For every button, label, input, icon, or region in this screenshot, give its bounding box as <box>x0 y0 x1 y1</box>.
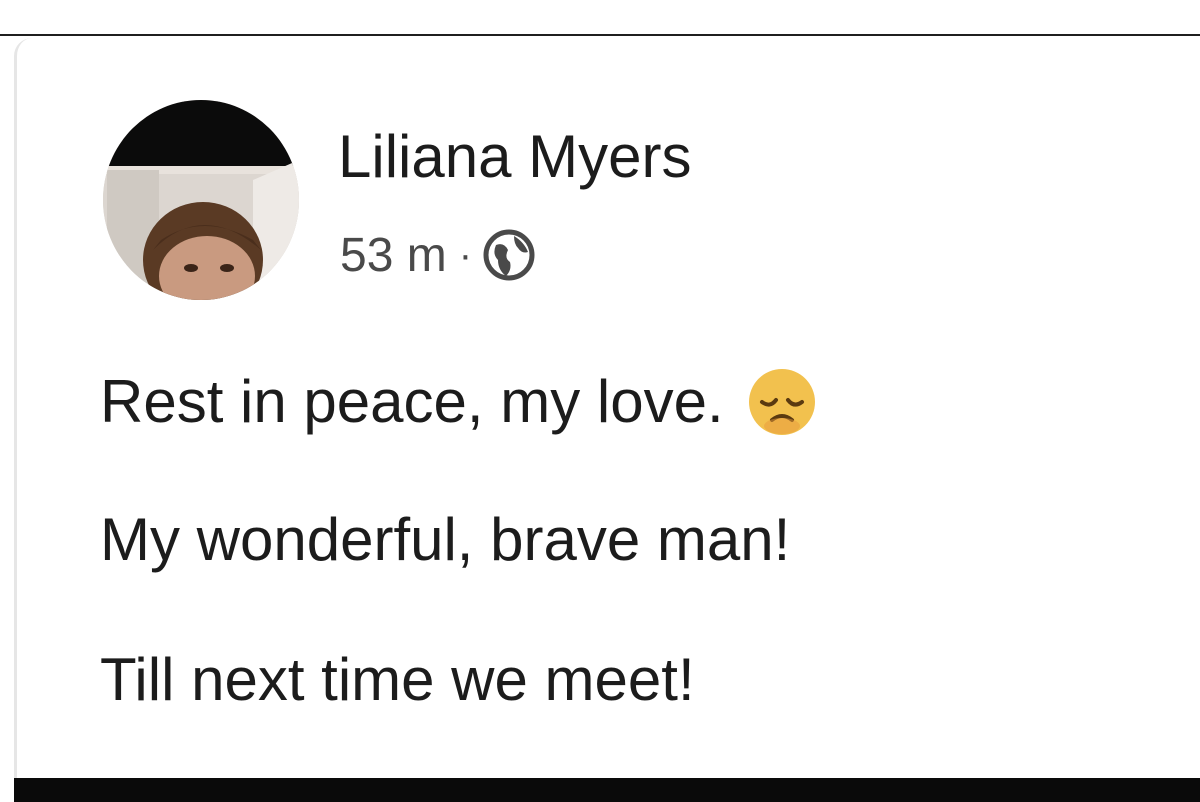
post-time[interactable]: 53 m <box>340 228 447 283</box>
globe-icon[interactable] <box>482 228 536 282</box>
top-strip <box>0 0 1200 35</box>
post-text-line-3: Till next time we meet! <box>100 646 695 713</box>
top-divider <box>0 34 1200 36</box>
post-text-line-2: My wonderful, brave man! <box>100 506 791 573</box>
post-text-line-1: Rest in peace, my love. <box>100 362 818 442</box>
author-avatar[interactable] <box>103 100 299 300</box>
post-meta: 53 m · <box>340 220 536 290</box>
post-text: Rest in peace, my love. <box>100 368 724 435</box>
disappointed-face-icon <box>746 366 818 438</box>
avatar-photo <box>103 100 299 300</box>
bottom-bar-edge <box>0 778 14 802</box>
bottom-bar <box>0 778 1200 802</box>
author-name[interactable]: Liliana Myers <box>338 122 691 192</box>
meta-separator: · <box>458 232 473 277</box>
